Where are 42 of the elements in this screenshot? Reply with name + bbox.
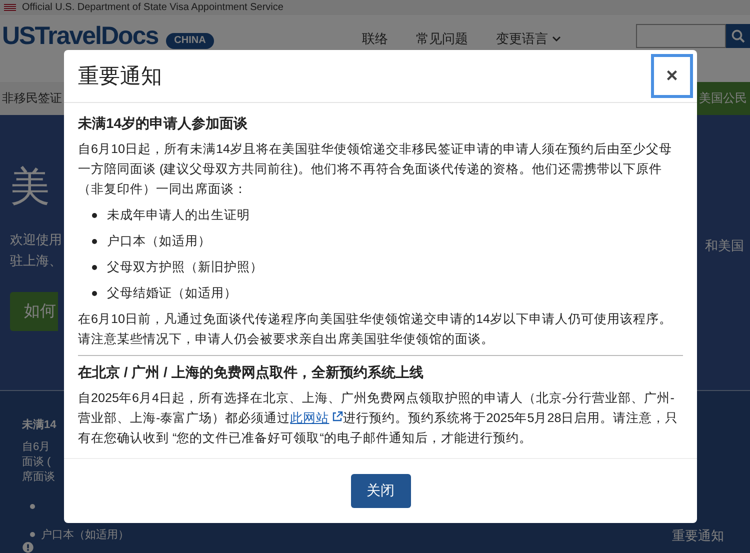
external-link-icon <box>332 411 344 422</box>
bullet-icon <box>92 264 97 270</box>
chevron-down-icon <box>552 36 561 42</box>
nav-item[interactable]: 非移民签证 <box>0 90 62 107</box>
notice-paragraph: 在6月10日前，凡通过免面谈代传递程序向美国驻华使领馆递交申请的14岁以下申请人仍可使用该程序。请注意某些情况下，申请人仍会被要求亲自出席美国驻华使领馆的面谈。 <box>78 311 674 348</box>
hero-text: 和美国 <box>705 237 744 255</box>
list-item: 父母双方护照（新旧护照） <box>107 259 263 276</box>
close-button[interactable]: × <box>651 54 693 98</box>
website-link[interactable]: 此网站 <box>290 411 330 425</box>
list-item: 父母结婚证（如适用） <box>107 285 237 302</box>
hero-button[interactable]: 如何 <box>10 292 58 331</box>
search-button[interactable] <box>726 24 750 48</box>
header-link[interactable]: 联络 <box>362 31 388 47</box>
country-badge: CHINA <box>166 33 214 49</box>
header-link[interactable]: 常见问题 <box>416 31 468 47</box>
list-item: 户口本（如适用） <box>107 233 211 250</box>
alert-icon[interactable] <box>22 542 34 553</box>
header-link[interactable]: 变更语言 <box>496 31 561 47</box>
hero-title: 美 <box>10 164 50 211</box>
section-heading: 未满14岁的申请人参加面谈 <box>78 114 249 133</box>
search-icon <box>731 29 745 43</box>
bullet-icon <box>92 212 97 218</box>
notice-paragraph: 自6月10日起，所有未满14岁且将在美国驻华使领馆递交非移民签证申请的申请人须在预约后由至少父母一方陪同面谈 (建议父母双方共同前往)。他们将不再符合免面谈代传递的资格。他们还需携带以下原件（非复印件）一同出席面谈： <box>78 141 674 198</box>
site-banner-text: Official U.S. Department of State Visa Appointment Service <box>22 2 284 14</box>
bullet-icon <box>30 504 35 509</box>
notice-heading: 未满14 <box>22 418 56 432</box>
bullet-icon <box>30 532 35 538</box>
notice-paragraph: 自2025年6月4日起，所有选择在北京、上海、广州免费网点领取护照的申请人（北京-分行营业部、广州-营业部、上海-泰富广场）都必须通过此网站 进行预约。预约系统将于2025年5月28日启用。请注意，只有在您确认收到 “您的文件已准备好可领取“的电子邮件通知后，才能进行预约。 <box>78 390 680 447</box>
flag-icon <box>4 4 16 12</box>
bullet-icon <box>92 290 97 296</box>
search-field[interactable] <box>636 24 726 48</box>
notice-list-item: 户口本（如适用） <box>41 528 129 542</box>
site-logo[interactable]: USTravelDocs <box>2 22 158 50</box>
nav-item[interactable]: 美国公民 <box>696 82 750 115</box>
section-heading: 在北京 / 广州 / 上海的免费网点取件，全新预约系统上线 <box>78 363 424 382</box>
notice-tab[interactable]: 重要通知 <box>672 527 724 545</box>
bullet-icon <box>92 238 97 244</box>
hero-text: 欢迎使用 驻上海、 <box>10 231 62 270</box>
list-item: 未成年申请人的出生证明 <box>107 207 250 224</box>
modal-title: 重要通知 <box>78 64 162 90</box>
notice-text: 自6月 面谈 ( 席面谈 <box>22 440 55 485</box>
close-dialog-button[interactable]: 关闭 <box>350 474 410 508</box>
